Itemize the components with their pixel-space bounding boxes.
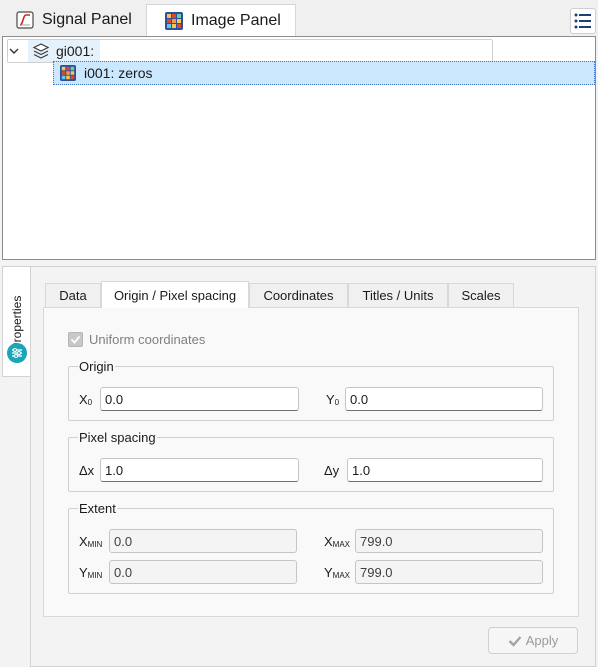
apply-button[interactable]: Apply xyxy=(488,627,578,654)
image-icon xyxy=(60,65,76,81)
tab-signal-panel-label: Signal Panel xyxy=(42,11,132,28)
ymin-label: YMIN xyxy=(79,565,103,580)
uniform-coordinates-checkbox[interactable] xyxy=(68,332,83,347)
extent-group: Extent XMIN XMAX YMIN YMAX xyxy=(68,501,554,594)
apply-button-label: Apply xyxy=(525,633,559,648)
origin-group: Origin X0 Y0 xyxy=(68,359,554,421)
tree-item-label: i001: zeros xyxy=(84,65,153,81)
image-icon xyxy=(165,11,183,30)
y0-input[interactable] xyxy=(345,387,543,411)
extent-group-title: Extent xyxy=(78,501,117,516)
ymin-field xyxy=(109,560,297,584)
tab-coordinates[interactable]: Coordinates xyxy=(249,283,348,307)
origin-group-title: Origin xyxy=(78,359,115,374)
tree-group-row[interactable]: gi001: xyxy=(7,39,493,63)
tab-origin-pixel-spacing[interactable]: Origin / Pixel spacing xyxy=(101,281,249,308)
y0-label: Y0 xyxy=(326,392,340,407)
pixel-spacing-group-title: Pixel spacing xyxy=(78,430,157,445)
tab-properties[interactable]: Properties xyxy=(2,266,30,377)
uniform-coordinates-checkbox-row[interactable]: Uniform coordinates xyxy=(68,332,205,347)
check-icon xyxy=(508,635,522,647)
x0-label: X0 xyxy=(79,392,93,407)
list-menu-icon xyxy=(574,13,591,29)
object-tree[interactable]: gi001: i001: zeros xyxy=(2,36,596,260)
uniform-coordinates-label: Uniform coordinates xyxy=(89,332,206,347)
tab-scales[interactable]: Scales xyxy=(448,283,514,307)
xmax-field xyxy=(355,529,543,553)
dy-input[interactable] xyxy=(347,458,543,482)
tab-signal-panel[interactable]: Signal Panel xyxy=(0,4,146,36)
tab-data[interactable]: Data xyxy=(45,283,101,307)
dx-input[interactable] xyxy=(100,458,299,482)
tab-image-panel[interactable]: Image Panel xyxy=(146,4,296,36)
layers-icon xyxy=(32,43,50,59)
tab-image-panel-label: Image Panel xyxy=(191,11,281,29)
check-icon xyxy=(70,335,81,344)
tab-titles-units[interactable]: Titles / Units xyxy=(348,283,448,307)
ymax-label: YMAX xyxy=(324,565,351,580)
dx-label: Δx xyxy=(79,463,95,478)
ymax-field xyxy=(355,560,543,584)
panel-tab-bar: Signal Panel Image Panel xyxy=(0,0,598,36)
panel-menu-button[interactable] xyxy=(570,8,596,34)
tree-group-label: gi001: xyxy=(56,43,95,59)
chevron-down-icon[interactable] xyxy=(8,45,20,57)
xmin-field xyxy=(109,529,297,553)
xmin-label: XMIN xyxy=(79,534,103,549)
sliders-icon xyxy=(7,343,27,363)
signal-icon xyxy=(16,11,34,29)
x0-input[interactable] xyxy=(100,387,299,411)
tree-item-row[interactable]: i001: zeros xyxy=(53,61,595,85)
properties-panel: Data Origin / Pixel spacing Coordinates … xyxy=(30,266,596,667)
pixel-spacing-group: Pixel spacing Δx Δy xyxy=(68,430,554,492)
dy-label: Δy xyxy=(324,463,340,478)
xmax-label: XMAX xyxy=(324,534,351,549)
origin-pixel-spacing-pane: Uniform coordinates Origin X0 Y0 Pixel s… xyxy=(43,307,579,617)
tree-group-label-wrap: gi001: xyxy=(28,40,101,62)
